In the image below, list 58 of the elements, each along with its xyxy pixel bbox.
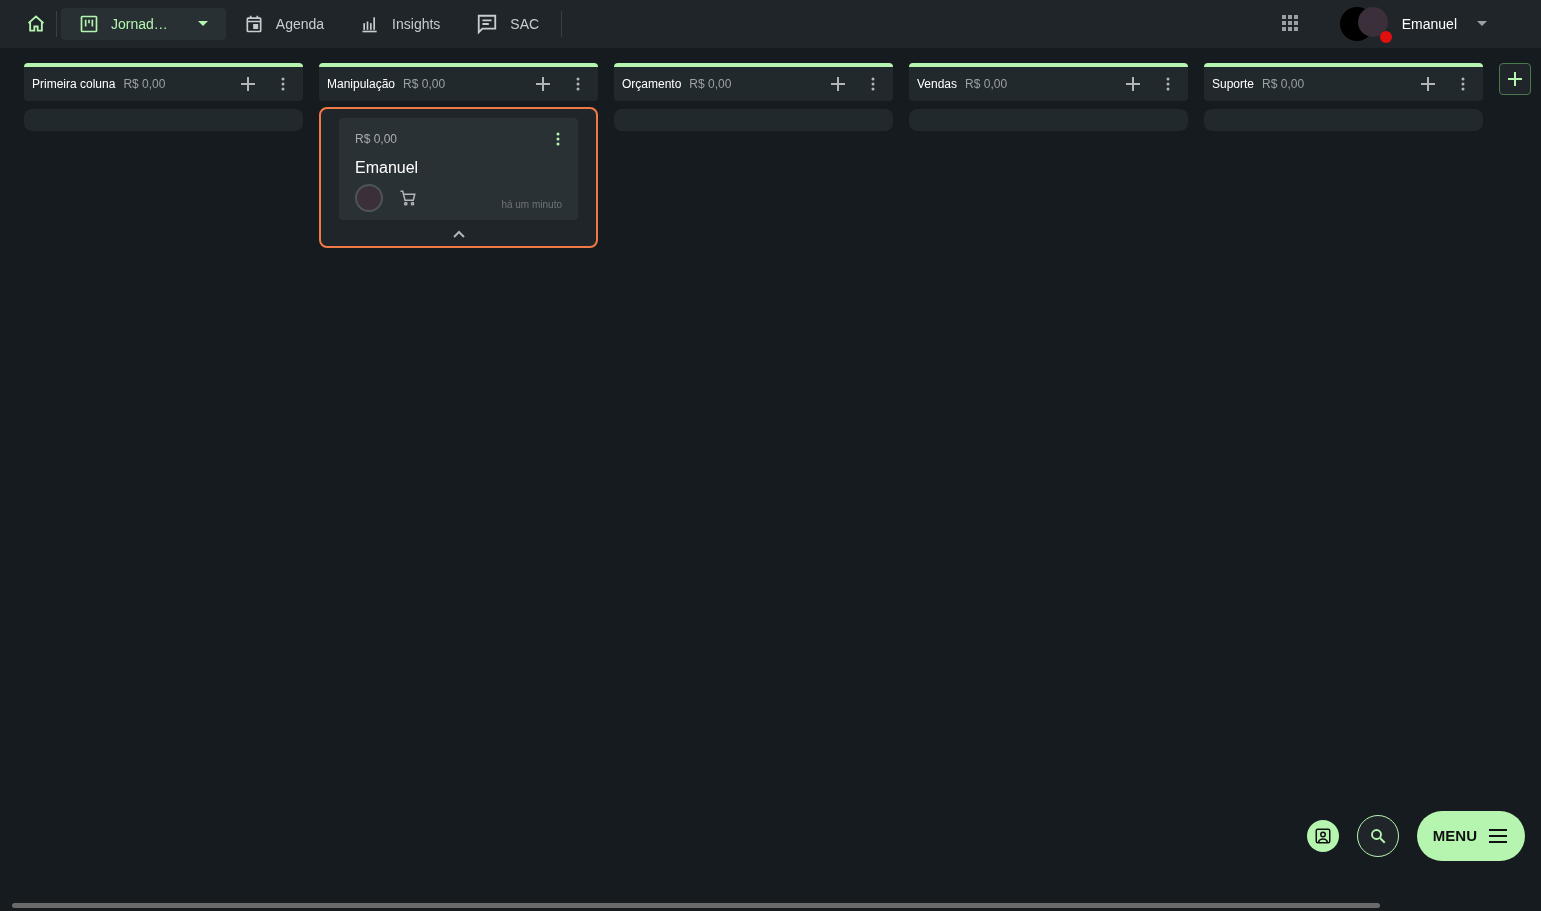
column-title: Suporte — [1212, 76, 1255, 93]
add-card-button[interactable] — [1419, 75, 1437, 93]
chat-icon — [476, 13, 499, 35]
board-icon — [79, 14, 99, 34]
caret-icon — [1477, 21, 1487, 27]
more-icon — [556, 132, 560, 146]
column-menu-button[interactable] — [869, 75, 877, 93]
nav-tab[interactable]: Jornad… — [61, 8, 226, 40]
menu-button[interactable]: MENU — [1416, 811, 1525, 861]
nav-tab[interactable]: SAC — [458, 8, 558, 40]
nav-tab[interactable]: Insights — [342, 8, 459, 40]
add-card-button[interactable] — [1124, 75, 1142, 93]
column-title: Orçamento — [622, 76, 682, 93]
card-time: há um minuto — [501, 198, 562, 212]
more-icon — [1166, 77, 1170, 91]
add-column-button[interactable] — [1499, 63, 1531, 95]
cart-icon — [399, 189, 417, 207]
user-avatar — [355, 184, 383, 212]
column-menu-button[interactable] — [1164, 75, 1172, 93]
column-title: Vendas — [917, 76, 958, 93]
search-button[interactable] — [1356, 815, 1399, 857]
column-total: R$ 0,00 — [965, 76, 1008, 93]
column-total: R$ 0,00 — [1262, 76, 1305, 93]
more-icon — [576, 77, 580, 91]
contact-button[interactable] — [1306, 820, 1339, 852]
nav-tab[interactable]: Agenda — [225, 8, 343, 40]
more-icon — [281, 77, 285, 91]
column-total: R$ 0,00 — [689, 76, 732, 93]
plus-icon — [241, 77, 255, 91]
home-icon — [26, 14, 46, 34]
card-value: R$ 0,00 — [355, 131, 398, 148]
menu-icon — [1489, 829, 1507, 843]
column-total: R$ 0,00 — [403, 76, 446, 93]
plus-icon — [1508, 72, 1522, 86]
card-title: Emanuel — [355, 158, 420, 178]
contact-icon — [1313, 827, 1332, 845]
card-menu-button[interactable] — [554, 130, 562, 148]
user-name[interactable]: Emanuel — [1401, 13, 1457, 35]
column-title: Manipulação — [327, 76, 396, 93]
card-group[interactable]: R$ 0,00 Emanuel há um minuto — [319, 107, 598, 248]
column-menu-button[interactable] — [1459, 75, 1467, 93]
more-icon — [871, 77, 875, 91]
search-icon — [1368, 827, 1387, 845]
add-card-button[interactable] — [239, 75, 257, 93]
plus-icon — [1421, 77, 1435, 91]
deal-card[interactable]: R$ 0,00 Emanuel há um minuto — [339, 118, 578, 220]
column-menu-button[interactable] — [574, 75, 582, 93]
add-card-button[interactable] — [534, 75, 552, 93]
more-icon — [1461, 77, 1465, 91]
add-card-button[interactable] — [829, 75, 847, 93]
column-menu-button[interactable] — [279, 75, 287, 93]
plus-icon — [831, 77, 845, 91]
horizontal-scrollbar[interactable] — [12, 903, 1380, 908]
caret-icon — [197, 21, 208, 27]
plus-icon — [536, 77, 550, 91]
column-total: R$ 0,00 — [123, 76, 166, 93]
plus-icon — [1126, 77, 1140, 91]
column-title: Primeira coluna — [32, 76, 116, 93]
